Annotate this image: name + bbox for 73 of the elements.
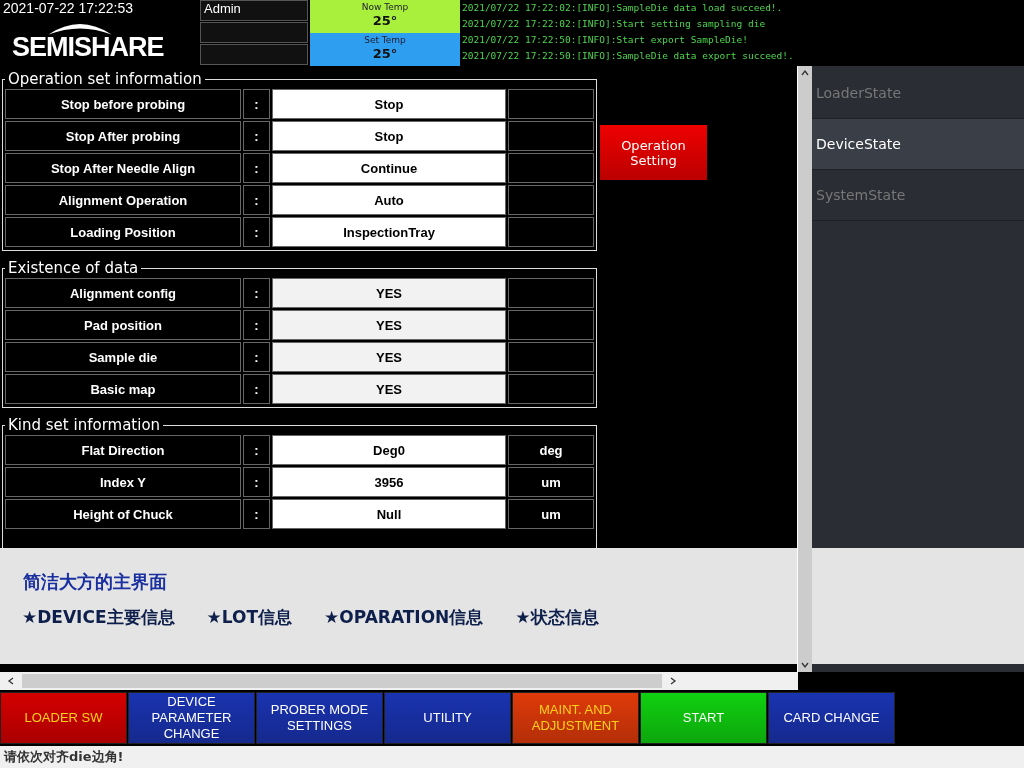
log-line: 2021/07/22 17:22:02:[INFO]:Start setting sampling die — [462, 17, 767, 31]
value-field: YES — [272, 310, 506, 340]
banner-title: 简洁大方的主界面 — [23, 570, 167, 594]
colon: : — [254, 381, 259, 397]
row-label: Stop After probing — [5, 121, 241, 151]
temp-value: 25° — [372, 14, 398, 28]
value-field[interactable]: Continue — [272, 153, 506, 183]
scroll-left-icon[interactable] — [6, 676, 16, 686]
row-label: Alignment config — [5, 278, 241, 308]
date-time: 2021-07-22 17:22:53 — [2, 0, 134, 16]
value-field: YES — [272, 342, 506, 372]
logo: SEMISHARE — [12, 32, 164, 63]
colon: : — [254, 442, 259, 458]
function-button[interactable]: DEVICE PARAMETER CHANGE — [128, 692, 255, 744]
value-field[interactable]: Deg0 — [272, 435, 506, 465]
unit-cell: deg — [508, 435, 594, 465]
row-label: Index Y — [5, 467, 241, 497]
group-title: Existence of data — [7, 261, 140, 275]
log-line: 2021/07/22 17:22:50:[INFO]:Start export SampleDie! — [462, 33, 749, 47]
banner-item: ★OPARATION信息 — [324, 606, 484, 629]
temp-value: 25° — [372, 47, 398, 61]
banner-item: ★DEVICE主要信息 — [22, 606, 175, 629]
value-field: YES — [272, 278, 506, 308]
log-line: 2021/07/22 17:22:50:[INFO]:SampleDie data export succeed!. — [462, 49, 794, 63]
value-field: YES — [272, 374, 506, 404]
function-button[interactable]: UTILITY — [384, 692, 511, 744]
unit-cell: um — [508, 499, 594, 529]
value-field[interactable]: Stop — [272, 89, 506, 119]
status-message: 请依次对齐die边角! — [0, 746, 1024, 768]
sidebar-item[interactable]: DeviceState — [812, 119, 1024, 170]
row-label: Basic map — [5, 374, 241, 404]
row-label: Loading Position — [5, 217, 241, 247]
value-field[interactable]: InspectionTray — [272, 217, 506, 247]
colon: : — [254, 96, 259, 112]
value-field[interactable]: Stop — [272, 121, 506, 151]
row-label: Pad position — [5, 310, 241, 340]
value-field[interactable]: Auto — [272, 185, 506, 215]
colon: : — [254, 317, 259, 333]
colon: : — [254, 506, 259, 522]
function-button[interactable]: PROBER MODE SETTINGS — [256, 692, 383, 744]
vertical-scrollbar[interactable] — [797, 66, 812, 672]
scroll-right-icon[interactable] — [668, 676, 678, 686]
colon: : — [254, 349, 259, 365]
colon: : — [254, 285, 259, 301]
banner-item: ★LOT信息 — [206, 606, 293, 629]
user-field: Admin — [200, 0, 308, 21]
function-button[interactable]: LOADER SW — [0, 692, 127, 744]
colon: : — [254, 474, 259, 490]
temp-label: Set Temp — [364, 34, 406, 47]
row-label: Alignment Operation — [5, 185, 241, 215]
colon: : — [254, 192, 259, 208]
banner-item: ★状态信息 — [515, 606, 599, 629]
function-button[interactable]: CARD CHANGE — [768, 692, 895, 744]
colon: : — [254, 224, 259, 240]
row-label: Stop before probing — [5, 89, 241, 119]
colon: : — [254, 128, 259, 144]
group-title: Operation set information — [7, 72, 203, 86]
colon: : — [254, 160, 259, 176]
group-title: Kind set information — [7, 418, 162, 432]
row-label: Flat Direction — [5, 435, 241, 465]
log-line: 2021/07/22 17:22:02:[INFO]:SampleDie data load succeed!. — [462, 1, 784, 15]
temp-label: Now Temp — [361, 1, 409, 14]
row-label: Height of Chuck — [5, 499, 241, 529]
horizontal-scrollbar[interactable] — [0, 672, 798, 690]
row-label: Stop After Needle Align — [5, 153, 241, 183]
function-button[interactable]: MAINT. AND ADJUSTMENT — [512, 692, 639, 744]
operation-setting-button[interactable]: Operation Setting — [600, 125, 707, 180]
value-field[interactable]: 3956 — [272, 467, 506, 497]
scroll-up-icon[interactable] — [800, 68, 810, 78]
scroll-down-icon[interactable] — [800, 660, 810, 670]
row-label: Sample die — [5, 342, 241, 372]
value-field[interactable]: Null — [272, 499, 506, 529]
unit-cell: um — [508, 467, 594, 497]
